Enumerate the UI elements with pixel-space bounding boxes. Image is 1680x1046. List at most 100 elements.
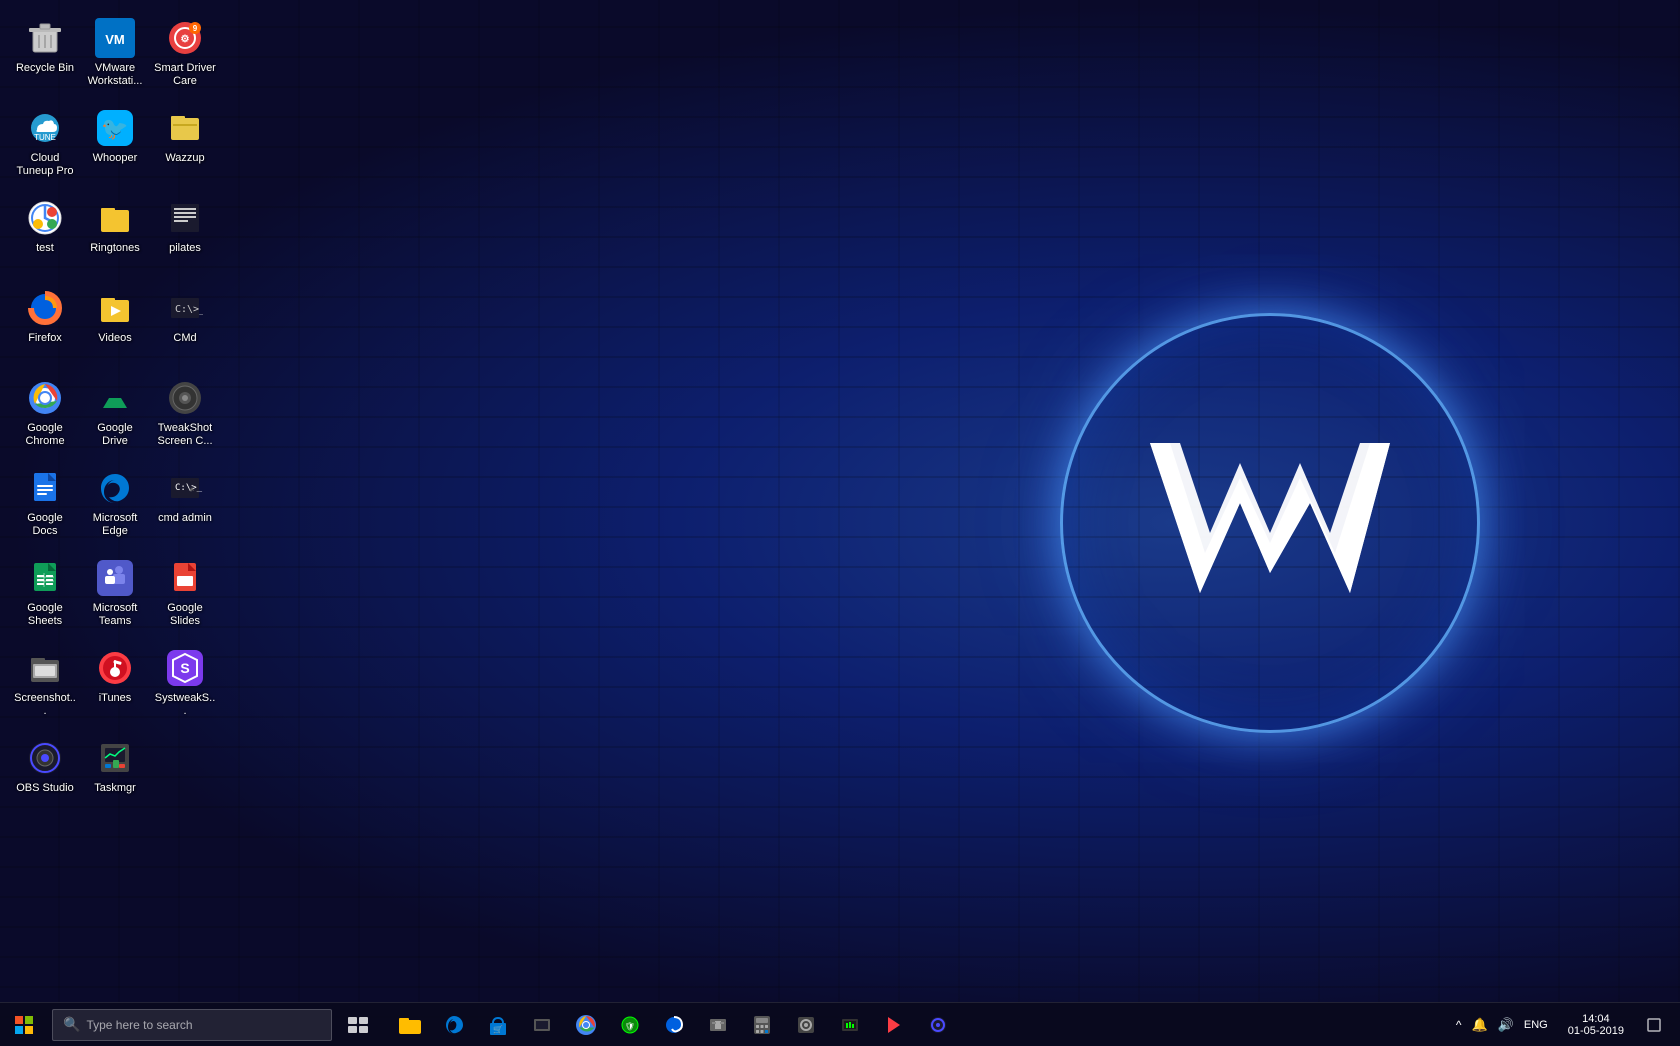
cloud-tuneup-icon: TUNE: [25, 108, 65, 148]
smart-driver-label: Smart Driver Care: [154, 62, 216, 88]
desktop-icon-test[interactable]: test: [10, 190, 80, 280]
cmd-icon: C:\>_: [165, 288, 205, 328]
svg-text:⚙: ⚙: [181, 34, 190, 45]
desktop-icon-ringtones[interactable]: Ringtones: [80, 190, 150, 280]
svg-text:VM: VM: [105, 32, 125, 47]
tweakshot-icon: [165, 378, 205, 418]
whooper-icon: 🐦: [95, 108, 135, 148]
svg-text:🛒: 🛒: [493, 1024, 503, 1034]
taskbar-system-tray: ^ 🔔 🔊 ENG 14:04 01-05-2019: [1448, 1003, 1672, 1046]
recycle-bin-icon: [25, 18, 65, 58]
desktop-icon-google-chrome[interactable]: Google Chrome: [10, 370, 80, 460]
taskmgr-label: Taskmgr: [94, 782, 136, 795]
svg-text:TUNE: TUNE: [34, 133, 56, 142]
google-slides-label: Google Slides: [154, 602, 216, 628]
taskbar-app-6[interactable]: [828, 1003, 872, 1046]
taskbar-app-4[interactable]: [696, 1003, 740, 1046]
taskbar-search[interactable]: 🔍: [52, 1009, 332, 1041]
test-label: test: [36, 242, 54, 255]
taskbar-calculator[interactable]: [740, 1003, 784, 1046]
desktop-icon-vmware[interactable]: VM VMware Workstati...: [80, 10, 150, 100]
taskbar-file-explorer[interactable]: [388, 1003, 432, 1046]
desktop-icon-google-drive[interactable]: Google Drive: [80, 370, 150, 460]
search-input[interactable]: [86, 1018, 321, 1032]
notification-button[interactable]: [1636, 1003, 1672, 1046]
volume-icon[interactable]: 🔊: [1494, 1015, 1518, 1035]
desktop-icon-screenshots[interactable]: Screenshot...: [10, 640, 80, 730]
recycle-bin-label: Recycle Bin: [16, 62, 74, 75]
taskbar-app-1[interactable]: [520, 1003, 564, 1046]
taskbar-task-view[interactable]: [336, 1003, 380, 1046]
test-icon: [25, 198, 65, 238]
taskbar-app-5[interactable]: [784, 1003, 828, 1046]
logo-letter: [1140, 423, 1400, 623]
desktop-icon-tweakshot[interactable]: TweakShot Screen C...: [150, 370, 220, 460]
google-chrome-icon: [25, 378, 65, 418]
itunes-label: iTunes: [99, 692, 132, 705]
pilates-label: pilates: [169, 242, 201, 255]
taskbar-clock[interactable]: 14:04 01-05-2019: [1558, 1003, 1634, 1046]
desktop-icon-firefox[interactable]: Firefox: [10, 280, 80, 370]
obs-studio-icon: [25, 738, 65, 778]
taskbar-chrome-tb[interactable]: [564, 1003, 608, 1046]
taskbar-app-7[interactable]: [916, 1003, 960, 1046]
desktop-icon-google-slides[interactable]: Google Slides: [150, 550, 220, 640]
microsoft-teams-icon: [95, 558, 135, 598]
start-button[interactable]: [0, 1003, 48, 1046]
svg-text:C:\>_: C:\>_: [175, 483, 203, 493]
microsoft-teams-label: Microsoft Teams: [84, 602, 146, 628]
desktop-icon-videos[interactable]: Videos: [80, 280, 150, 370]
taskbar-store[interactable]: 🛒: [476, 1003, 520, 1046]
svg-text:S: S: [180, 660, 189, 676]
google-drive-icon: [95, 378, 135, 418]
desktop-icon-pilates[interactable]: pilates: [150, 190, 220, 280]
hidden-icons-button[interactable]: ^: [1452, 1016, 1466, 1034]
desktop-icons-area: Recycle Bin VM VMware Workstati... ⚙ 9 S…: [0, 0, 230, 830]
microsoft-edge-label: Microsoft Edge: [84, 512, 146, 538]
desktop-icon-cmd[interactable]: C:\>_ CMd: [150, 280, 220, 370]
desktop-icon-recycle-bin[interactable]: Recycle Bin: [10, 10, 80, 100]
vmware-label: VMware Workstati...: [84, 62, 146, 88]
desktop-icon-microsoft-edge[interactable]: Microsoft Edge: [80, 460, 150, 550]
taskbar: 🔍: [0, 1002, 1680, 1046]
desktop-icon-cloud-tuneup[interactable]: TUNE Cloud Tuneup Pro: [10, 100, 80, 190]
desktop: Recycle Bin VM VMware Workstati... ⚙ 9 S…: [0, 0, 1680, 1046]
language-label[interactable]: ENG: [1520, 1017, 1552, 1033]
taskbar-edge[interactable]: [432, 1003, 476, 1046]
svg-text:🛡: 🛡: [625, 1022, 635, 1031]
taskmgr-icon: [95, 738, 135, 778]
desktop-icon-whooper[interactable]: 🐦 Whooper: [80, 100, 150, 190]
google-docs-icon: [25, 468, 65, 508]
desktop-icon-taskmgr[interactable]: Taskmgr: [80, 730, 150, 820]
google-chrome-label: Google Chrome: [14, 422, 76, 448]
desktop-icon-google-docs[interactable]: Google Docs: [10, 460, 80, 550]
smart-driver-icon: ⚙ 9: [165, 18, 205, 58]
desktop-icon-itunes[interactable]: iTunes: [80, 640, 150, 730]
taskbar-apps: 🛒: [388, 1003, 1440, 1046]
desktop-icon-microsoft-teams[interactable]: Microsoft Teams: [80, 550, 150, 640]
logo-circle: [1060, 313, 1480, 733]
desktop-icon-google-sheets[interactable]: Google Sheets: [10, 550, 80, 640]
tweakshot-label: TweakShot Screen C...: [154, 422, 216, 448]
cmd-admin-label: cmd admin: [158, 512, 212, 525]
cmd-label: CMd: [173, 332, 196, 345]
cloud-tuneup-label: Cloud Tuneup Pro: [14, 152, 76, 178]
svg-text:9: 9: [193, 24, 198, 33]
svg-text:C:\>_: C:\>_: [175, 304, 203, 315]
desktop-icon-cmd-admin[interactable]: C:\>_ cmd admin: [150, 460, 220, 550]
system-icons: ^ 🔔 🔊 ENG: [1448, 1015, 1556, 1035]
google-sheets-icon: [25, 558, 65, 598]
taskbar-app-3[interactable]: [652, 1003, 696, 1046]
ringtones-icon: [95, 198, 135, 238]
taskbar-app-2[interactable]: 🛡: [608, 1003, 652, 1046]
desktop-icon-smart-driver[interactable]: ⚙ 9 Smart Driver Care: [150, 10, 220, 100]
microsoft-edge-icon: [95, 468, 135, 508]
taskbar-media[interactable]: [872, 1003, 916, 1046]
network-icon[interactable]: 🔔: [1468, 1015, 1492, 1035]
pilates-icon: [165, 198, 205, 238]
desktop-icon-wazzup[interactable]: Wazzup: [150, 100, 220, 190]
google-slides-icon: [165, 558, 205, 598]
desktop-icon-obs-studio[interactable]: OBS Studio: [10, 730, 80, 820]
desktop-icon-systweak[interactable]: S SystweakS...: [150, 640, 220, 730]
obs-studio-label: OBS Studio: [16, 782, 73, 795]
